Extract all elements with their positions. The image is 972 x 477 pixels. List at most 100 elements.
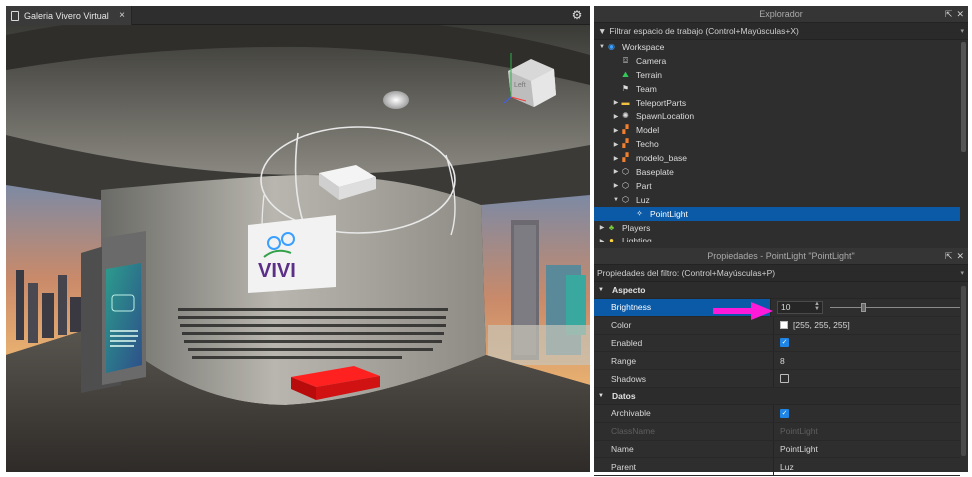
team-icon: ⚑	[621, 83, 630, 93]
collapsed-arrow-icon[interactable]: ▶	[612, 182, 620, 189]
right-dock: Explorador ⇱ ✕ ▼ Filtrar espacio de trab…	[594, 6, 968, 477]
properties-title: Propiedades - PointLight "PointLight"	[707, 251, 855, 261]
terrain-icon: ⛰	[622, 69, 629, 79]
section-aspecto[interactable]: ▼ Aspecto	[594, 282, 960, 299]
property-brightness[interactable]: Brightness 10 ▲ ▼	[594, 299, 960, 317]
color-swatch[interactable]	[780, 321, 788, 330]
color-value: [255, 255, 255]	[793, 320, 850, 331]
filter-icon[interactable]: ▼	[598, 26, 606, 36]
explorer-item-luz[interactable]: ▼ ⬡ Luz	[594, 193, 960, 207]
collapsed-arrow-icon[interactable]: ▶	[612, 99, 620, 106]
explorer-item-label: Workspace	[622, 41, 665, 52]
property-value[interactable]: Luz	[774, 458, 960, 475]
property-value[interactable]: ✓	[774, 405, 960, 422]
collapsed-arrow-icon[interactable]: ▶	[598, 224, 606, 231]
brightness-input[interactable]: 10 ▲ ▼	[777, 300, 823, 314]
undock-icon[interactable]: ⇱	[945, 6, 953, 23]
property-value[interactable]: 8	[774, 352, 960, 369]
explorer-item-terrain[interactable]: ⛰ Terrain	[594, 68, 960, 82]
slider-track	[830, 306, 960, 308]
explorer-item-team[interactable]: ⚑ Team	[594, 82, 960, 96]
explorer-item-spawnlocation[interactable]: ▶ ✺ SpawnLocation	[594, 109, 960, 123]
expanded-arrow-icon[interactable]: ▼	[612, 197, 620, 203]
shadows-checkbox[interactable]	[780, 374, 789, 384]
text-value: PointLight	[780, 443, 818, 454]
tab-title: Galeria Vivero Virtual	[24, 10, 109, 21]
property-value[interactable]	[774, 370, 960, 387]
explorer-item-techo[interactable]: ▶ ▞ Techo	[594, 137, 960, 151]
explorer-item-label: Players	[622, 222, 651, 233]
collapsed-arrow-icon[interactable]: ▶	[598, 238, 606, 242]
section-label: Aspecto	[611, 285, 646, 295]
explorer-item-lighting[interactable]: ▶ ● Lighting	[594, 234, 960, 242]
properties-filter-input[interactable]: Propiedades del filtro: (Control+Mayúscu…	[597, 268, 775, 278]
property-range[interactable]: Range 8	[594, 352, 960, 371]
spawn-icon: ✺	[622, 111, 629, 121]
property-value[interactable]: PointLight	[774, 441, 960, 458]
part-icon: ⬡	[622, 180, 629, 190]
viewcube-face-label: Left	[514, 82, 526, 89]
explorer-item-modelo-base[interactable]: ▶ ▞ modelo_base	[594, 151, 960, 165]
3d-scene[interactable]: VIVI Left	[6, 25, 590, 472]
explorer-item-label: Model	[636, 125, 660, 136]
property-name: Shadows	[594, 370, 774, 387]
close-icon[interactable]: ✕	[956, 248, 964, 265]
model-icon: ▞	[622, 139, 629, 149]
property-color[interactable]: Color [255, 255, 255]	[594, 316, 960, 335]
explorer-item-label: Luz	[636, 194, 650, 205]
explorer-item-camera[interactable]: ⌼ Camera	[594, 54, 960, 68]
text-value: PointLight	[780, 426, 818, 437]
explorer-filter[interactable]: ▼ Filtrar espacio de trabajo (Control+Ma…	[594, 23, 968, 40]
explorer-item-workspace[interactable]: ▼ ◉ Workspace	[594, 40, 960, 54]
enabled-checkbox[interactable]: ✓	[780, 338, 789, 348]
explorer-item-baseplate[interactable]: ▶ ⬡ Baseplate	[594, 165, 960, 179]
expanded-arrow-icon[interactable]: ▼	[598, 287, 604, 293]
explorer-item-teleportparts[interactable]: ▶ ▬ TeleportParts	[594, 96, 960, 110]
archivable-checkbox[interactable]: ✓	[780, 408, 789, 418]
explorer-item-label: Team	[636, 83, 657, 94]
brightness-slider[interactable]	[830, 301, 960, 314]
collapsed-arrow-icon[interactable]: ▶	[612, 141, 620, 148]
close-icon[interactable]: ×	[119, 10, 125, 21]
close-icon[interactable]: ✕	[956, 6, 964, 23]
explorer-item-label: SpawnLocation	[636, 111, 695, 122]
expanded-arrow-icon[interactable]: ▼	[598, 44, 606, 50]
undock-icon[interactable]: ⇱	[945, 248, 953, 265]
chevron-down-icon[interactable]: ▾	[960, 27, 964, 35]
slider-thumb[interactable]	[861, 302, 867, 312]
explorer-scrollbar[interactable]	[961, 42, 966, 152]
collapsed-arrow-icon[interactable]: ▶	[612, 113, 620, 120]
property-parent[interactable]: Parent Luz	[594, 458, 960, 477]
section-datos[interactable]: ▼ Datos	[594, 387, 960, 405]
chevron-down-icon[interactable]: ▾	[960, 269, 964, 277]
explorer-item-label: PointLight	[650, 208, 688, 219]
gear-icon[interactable]: ⚙	[570, 8, 584, 22]
property-value[interactable]: [255, 255, 255]	[774, 317, 960, 334]
explorer-item-label: Camera	[636, 55, 667, 66]
property-name[interactable]: Name PointLight	[594, 440, 960, 459]
property-classname[interactable]: ClassName PointLight	[594, 422, 960, 441]
explorer-item-pointlight[interactable]: ✧ PointLight	[594, 206, 960, 221]
property-enabled[interactable]: Enabled ✓	[594, 334, 960, 353]
explorer-item-part[interactable]: ▶ ⬡ Part	[594, 179, 960, 193]
explorer-item-players[interactable]: ▶ ♣ Players	[594, 221, 960, 235]
property-name: Range	[594, 352, 774, 370]
expanded-arrow-icon[interactable]: ▼	[598, 393, 604, 399]
properties-filter[interactable]: Propiedades del filtro: (Control+Mayúscu…	[594, 265, 968, 282]
property-value[interactable]: ✓	[774, 335, 960, 352]
collapsed-arrow-icon[interactable]: ▶	[612, 155, 620, 162]
properties-scrollbar[interactable]	[961, 286, 966, 456]
collapsed-arrow-icon[interactable]: ▶	[612, 127, 620, 134]
globe-icon: ◉	[608, 41, 615, 51]
brightness-value: 10	[781, 302, 791, 313]
property-value[interactable]: 10 ▲ ▼	[771, 299, 960, 316]
text-value: Luz	[780, 461, 794, 472]
tab-galeria-vivero[interactable]: Galeria Vivero Virtual ×	[6, 6, 132, 25]
property-archivable[interactable]: Archivable ✓	[594, 404, 960, 423]
explorer-filter-input[interactable]: Filtrar espacio de trabajo (Control+Mayú…	[609, 26, 798, 36]
explorer-item-model[interactable]: ▶ ▞ Model	[594, 123, 960, 137]
property-shadows[interactable]: Shadows	[594, 370, 960, 388]
collapsed-arrow-icon[interactable]: ▶	[612, 168, 620, 175]
stepper-icon[interactable]: ▲ ▼	[814, 301, 822, 312]
document-icon	[11, 10, 19, 21]
